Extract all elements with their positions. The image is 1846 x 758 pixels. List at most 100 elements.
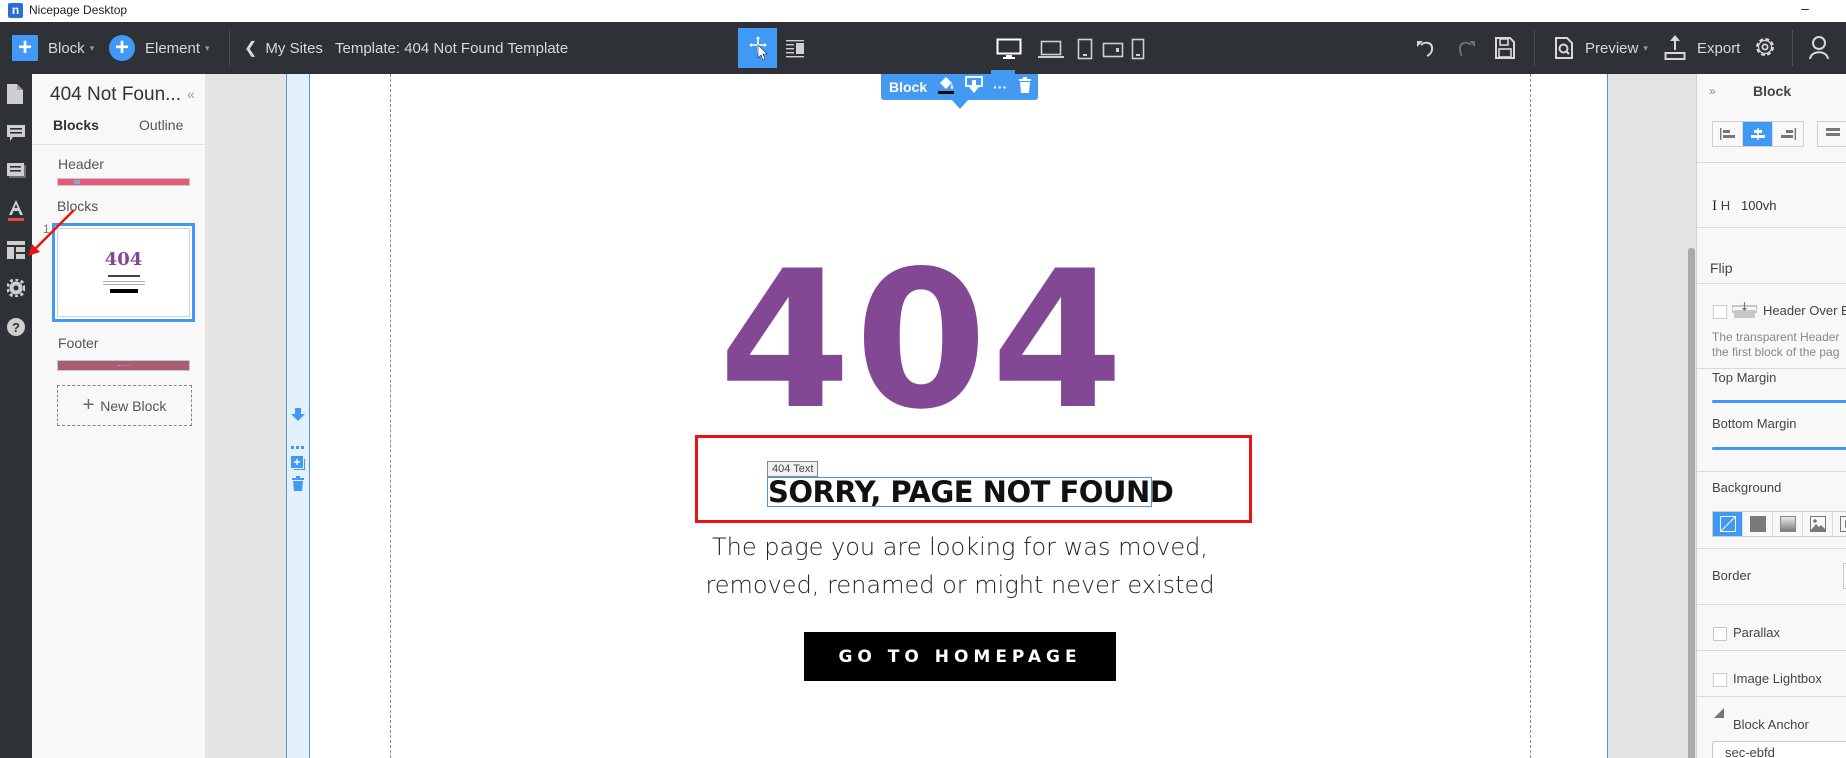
text-layout-mode-button[interactable] [786, 38, 806, 63]
block-popup-delete-button[interactable] [1019, 76, 1032, 98]
laptop-view-button[interactable] [1038, 38, 1064, 65]
collapse-panel-icon[interactable]: « [187, 86, 195, 102]
align-right-icon [1781, 128, 1796, 140]
background-video-button[interactable] [1833, 512, 1846, 536]
video-icon [1840, 516, 1846, 532]
background-gradient-button[interactable] [1773, 512, 1803, 536]
block-more-button[interactable] [291, 437, 305, 455]
block-popup-label: Block [889, 79, 928, 95]
background-none-button[interactable] [1713, 512, 1743, 536]
tablet-landscape-view-button[interactable] [1102, 38, 1124, 65]
settings-button[interactable] [1753, 35, 1777, 64]
canvas-scrollbar-thumb[interactable] [1688, 248, 1695, 758]
header-over-description-1: The transparent Header [1712, 330, 1840, 344]
caret-down-icon: ▾ [205, 42, 210, 53]
select-move-mode-button[interactable] [738, 28, 777, 68]
go-to-homepage-button[interactable]: GO TO HOMEPAGE [804, 632, 1116, 681]
add-block-label: Block [48, 39, 85, 57]
duplicate-icon [291, 456, 305, 470]
save-button[interactable] [1494, 36, 1516, 65]
height-label: I H [1712, 198, 1730, 214]
duplicate-block-button[interactable] [291, 456, 306, 476]
rail-blocks-list[interactable] [7, 162, 26, 182]
background-image-button[interactable] [1803, 512, 1833, 536]
caret-down-icon: ▾ [1643, 42, 1648, 53]
export-button[interactable]: Export [1664, 22, 1740, 74]
trash-icon [1019, 76, 1032, 93]
comment-icon [7, 125, 25, 141]
rail-comments[interactable] [7, 124, 25, 144]
tablet-icon [1077, 38, 1093, 60]
paint-bucket-button[interactable] [937, 76, 955, 99]
tablet-view-button[interactable] [1077, 38, 1093, 65]
toolbar-divider [1534, 30, 1535, 66]
image-lightbox-checkbox[interactable] [1713, 673, 1727, 687]
download-block-icon [965, 75, 984, 93]
add-element-label: Element [145, 39, 201, 57]
delete-block-button[interactable] [292, 476, 304, 496]
collapse-triangle-icon[interactable] [1714, 708, 1724, 718]
back-to-my-sites-link[interactable]: ❮ My Sites [244, 22, 323, 74]
top-margin-slider[interactable] [1712, 400, 1846, 403]
minimize-button[interactable]: – [1797, 0, 1813, 20]
align-center-button[interactable] [1743, 122, 1773, 146]
block-anchor-label: Block Anchor [1733, 717, 1809, 732]
block-popup-pointer [952, 100, 968, 109]
rail-typography[interactable] [7, 200, 25, 221]
add-element-button[interactable]: + Element ▾ [109, 22, 210, 74]
align-left-button[interactable] [1713, 122, 1743, 146]
undo-button[interactable] [1415, 37, 1437, 64]
phone-view-button[interactable] [1131, 38, 1145, 65]
background-color-button[interactable] [1743, 512, 1773, 536]
trash-icon [292, 476, 304, 491]
height-input[interactable]: 100vh [1741, 198, 1776, 213]
gradient-icon [1779, 516, 1796, 532]
header-over-icon [1732, 302, 1757, 318]
heading-404[interactable]: 404 [0, 246, 1846, 436]
subheading-text-selected[interactable]: SORRY, PAGE NOT FOUND [767, 477, 1174, 507]
bottom-margin-slider[interactable] [1712, 447, 1846, 450]
nicepage-logo-icon: n [8, 3, 23, 18]
message-list-icon [7, 163, 26, 178]
section-divider [1697, 368, 1846, 369]
caret-down-icon: ▾ [89, 42, 95, 53]
user-account-button[interactable] [1808, 35, 1830, 66]
preview-button[interactable]: Preview ▾ [1554, 22, 1648, 74]
align-top-button[interactable] [1818, 122, 1846, 146]
phone-icon [1131, 38, 1145, 60]
move-cursor-icon [748, 36, 768, 61]
description-text[interactable]: The page you are looking for was moved, … [660, 528, 1260, 604]
height-h-label: H [1720, 198, 1731, 213]
header-thumbnail[interactable] [57, 178, 190, 186]
solid-color-icon [1749, 516, 1766, 532]
image-lightbox-label: Image Lightbox [1733, 671, 1822, 686]
horizontal-align-group [1712, 121, 1804, 147]
block-anchor-input[interactable]: sec-ebfd [1712, 741, 1846, 758]
section-divider [1697, 227, 1846, 228]
parallax-checkbox[interactable] [1713, 627, 1727, 641]
header-over-block-checkbox[interactable] [1713, 305, 1727, 319]
top-margin-label: Top Margin [1712, 370, 1777, 385]
tab-outline[interactable]: Outline [139, 117, 183, 133]
expand-panel-icon[interactable]: » [1709, 84, 1716, 98]
save-block-button[interactable] [965, 75, 984, 99]
background-label: Background [1712, 480, 1782, 495]
redo-button[interactable] [1455, 37, 1477, 64]
section-divider [1697, 696, 1846, 697]
align-right-button[interactable] [1773, 122, 1803, 146]
plus-icon: + [12, 35, 38, 61]
save-disk-icon [1495, 37, 1515, 59]
desktop-view-button[interactable] [996, 38, 1022, 65]
page-icon [7, 84, 23, 104]
add-block-button[interactable]: + Block ▾ [12, 22, 94, 74]
block-popup-more-icon[interactable]: ··· [993, 79, 1007, 95]
rail-pages[interactable] [7, 84, 25, 104]
toolbar-divider [229, 30, 230, 66]
toolbar-divider [1792, 30, 1793, 66]
window-title: Nicepage Desktop [29, 3, 128, 17]
tab-blocks[interactable]: Blocks [53, 117, 99, 133]
header-section-label: Header [58, 156, 104, 172]
properties-title: Block [1753, 83, 1792, 99]
image-icon [1809, 516, 1826, 532]
gear-icon [1756, 38, 1774, 56]
